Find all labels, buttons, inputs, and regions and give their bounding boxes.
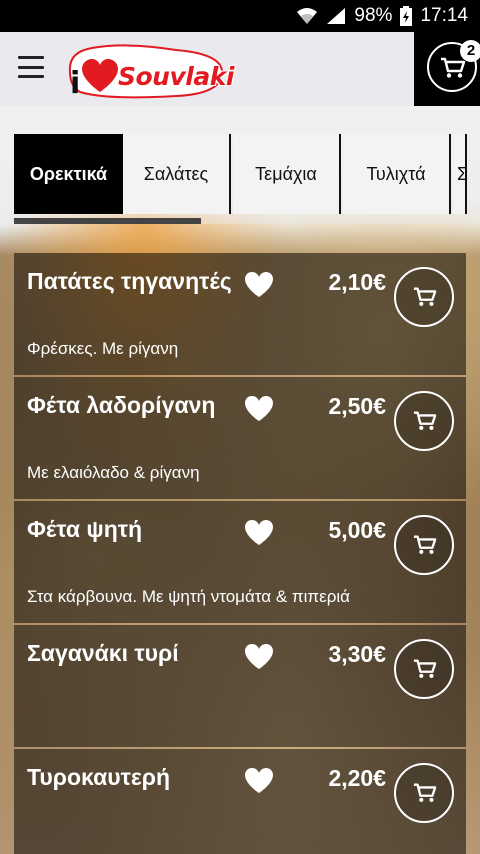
item-price: 5,00€ [328, 517, 386, 543]
cart-icon [441, 57, 466, 78]
add-to-cart-button[interactable] [394, 267, 454, 327]
add-to-cart-button[interactable] [394, 515, 454, 575]
item-price: 2,50€ [328, 393, 386, 419]
item-description: Στα κάρβουνα. Με ψητή ντομάτα & πιπεριά [27, 587, 350, 606]
logo-text: Souvlaki [118, 62, 234, 91]
tab-wraps[interactable]: Τυλιχτά [343, 134, 451, 214]
battery-icon [400, 6, 413, 26]
item-price: 2,20€ [328, 765, 386, 791]
menu-item[interactable]: Φέτα ψητή 5,00€ Στα κάρβουνα. Με ψητή ντ… [14, 501, 466, 623]
heart-logo-icon [82, 59, 118, 92]
menu-item[interactable]: Πατάτες τηγανητές 2,10€ Φρέσκες. Με ρίγα… [14, 253, 466, 375]
add-to-cart-button[interactable] [394, 639, 454, 699]
cart-icon [413, 411, 437, 430]
cart-icon [413, 659, 437, 678]
battery-percent: 98% [354, 5, 393, 26]
cart-icon [413, 535, 437, 554]
heart-icon[interactable] [244, 395, 274, 423]
tab-appetizers[interactable]: Ορεκτικά [14, 134, 123, 214]
item-name: Φέτα λαδορίγανη [27, 392, 216, 418]
menu-item[interactable]: Σαγανάκι τυρί 3,30€ [14, 625, 466, 747]
item-name: Πατάτες τηγανητές [27, 268, 232, 294]
item-description: Με ελαιόλαδο & ρίγανη [27, 463, 200, 482]
heart-icon[interactable] [244, 643, 274, 671]
cart-button[interactable]: 2 [414, 32, 480, 106]
menu-item[interactable]: Φέτα λαδορίγανη 2,50€ Με ελαιόλαδο & ρίγ… [14, 377, 466, 499]
heart-icon[interactable] [244, 519, 274, 547]
item-name: Σαγανάκι τυρί [27, 640, 179, 666]
menu-item[interactable]: Τυροκαυτερή 2,20€ [14, 749, 466, 854]
clock: 17:14 [420, 5, 468, 26]
item-price: 3,30€ [328, 641, 386, 667]
status-bar: 98% 17:14 [0, 0, 480, 32]
menu-list: Πατάτες τηγανητές 2,10€ Φρέσκες. Με ρίγα… [14, 253, 466, 854]
tab-pieces[interactable]: Τεμάχια [233, 134, 341, 214]
item-price: 2,10€ [328, 269, 386, 295]
item-name: Τυροκαυτερή [27, 764, 171, 790]
tab-indicator [14, 218, 201, 224]
cart-count-badge: 2 [460, 40, 480, 62]
category-tabs: Ορεκτικά Σαλάτες Τεμάχια Τυλιχτά Σ [14, 134, 469, 214]
cart-icon [413, 287, 437, 306]
item-description: Φρέσκες. Με ρίγανη [27, 339, 179, 358]
add-to-cart-button[interactable] [394, 763, 454, 823]
tab-next-partial[interactable]: Σ [453, 134, 467, 214]
content-area: Ορεκτικά Σαλάτες Τεμάχια Τυλιχτά Σ Πατάτ… [0, 106, 480, 854]
menu-icon[interactable] [18, 56, 44, 78]
app-bar: i Souvlaki 2 [0, 32, 480, 106]
logo-prefix: i [70, 66, 81, 101]
status-indicators: 98% 17:14 [296, 0, 468, 32]
heart-icon[interactable] [244, 767, 274, 795]
tab-salads[interactable]: Σαλάτες [123, 134, 231, 214]
heart-icon[interactable] [244, 271, 274, 299]
item-name: Φέτα ψητή [27, 516, 143, 542]
add-to-cart-button[interactable] [394, 391, 454, 451]
wifi-icon [297, 8, 318, 24]
signal-icon [327, 8, 346, 24]
cart-icon [413, 783, 437, 802]
